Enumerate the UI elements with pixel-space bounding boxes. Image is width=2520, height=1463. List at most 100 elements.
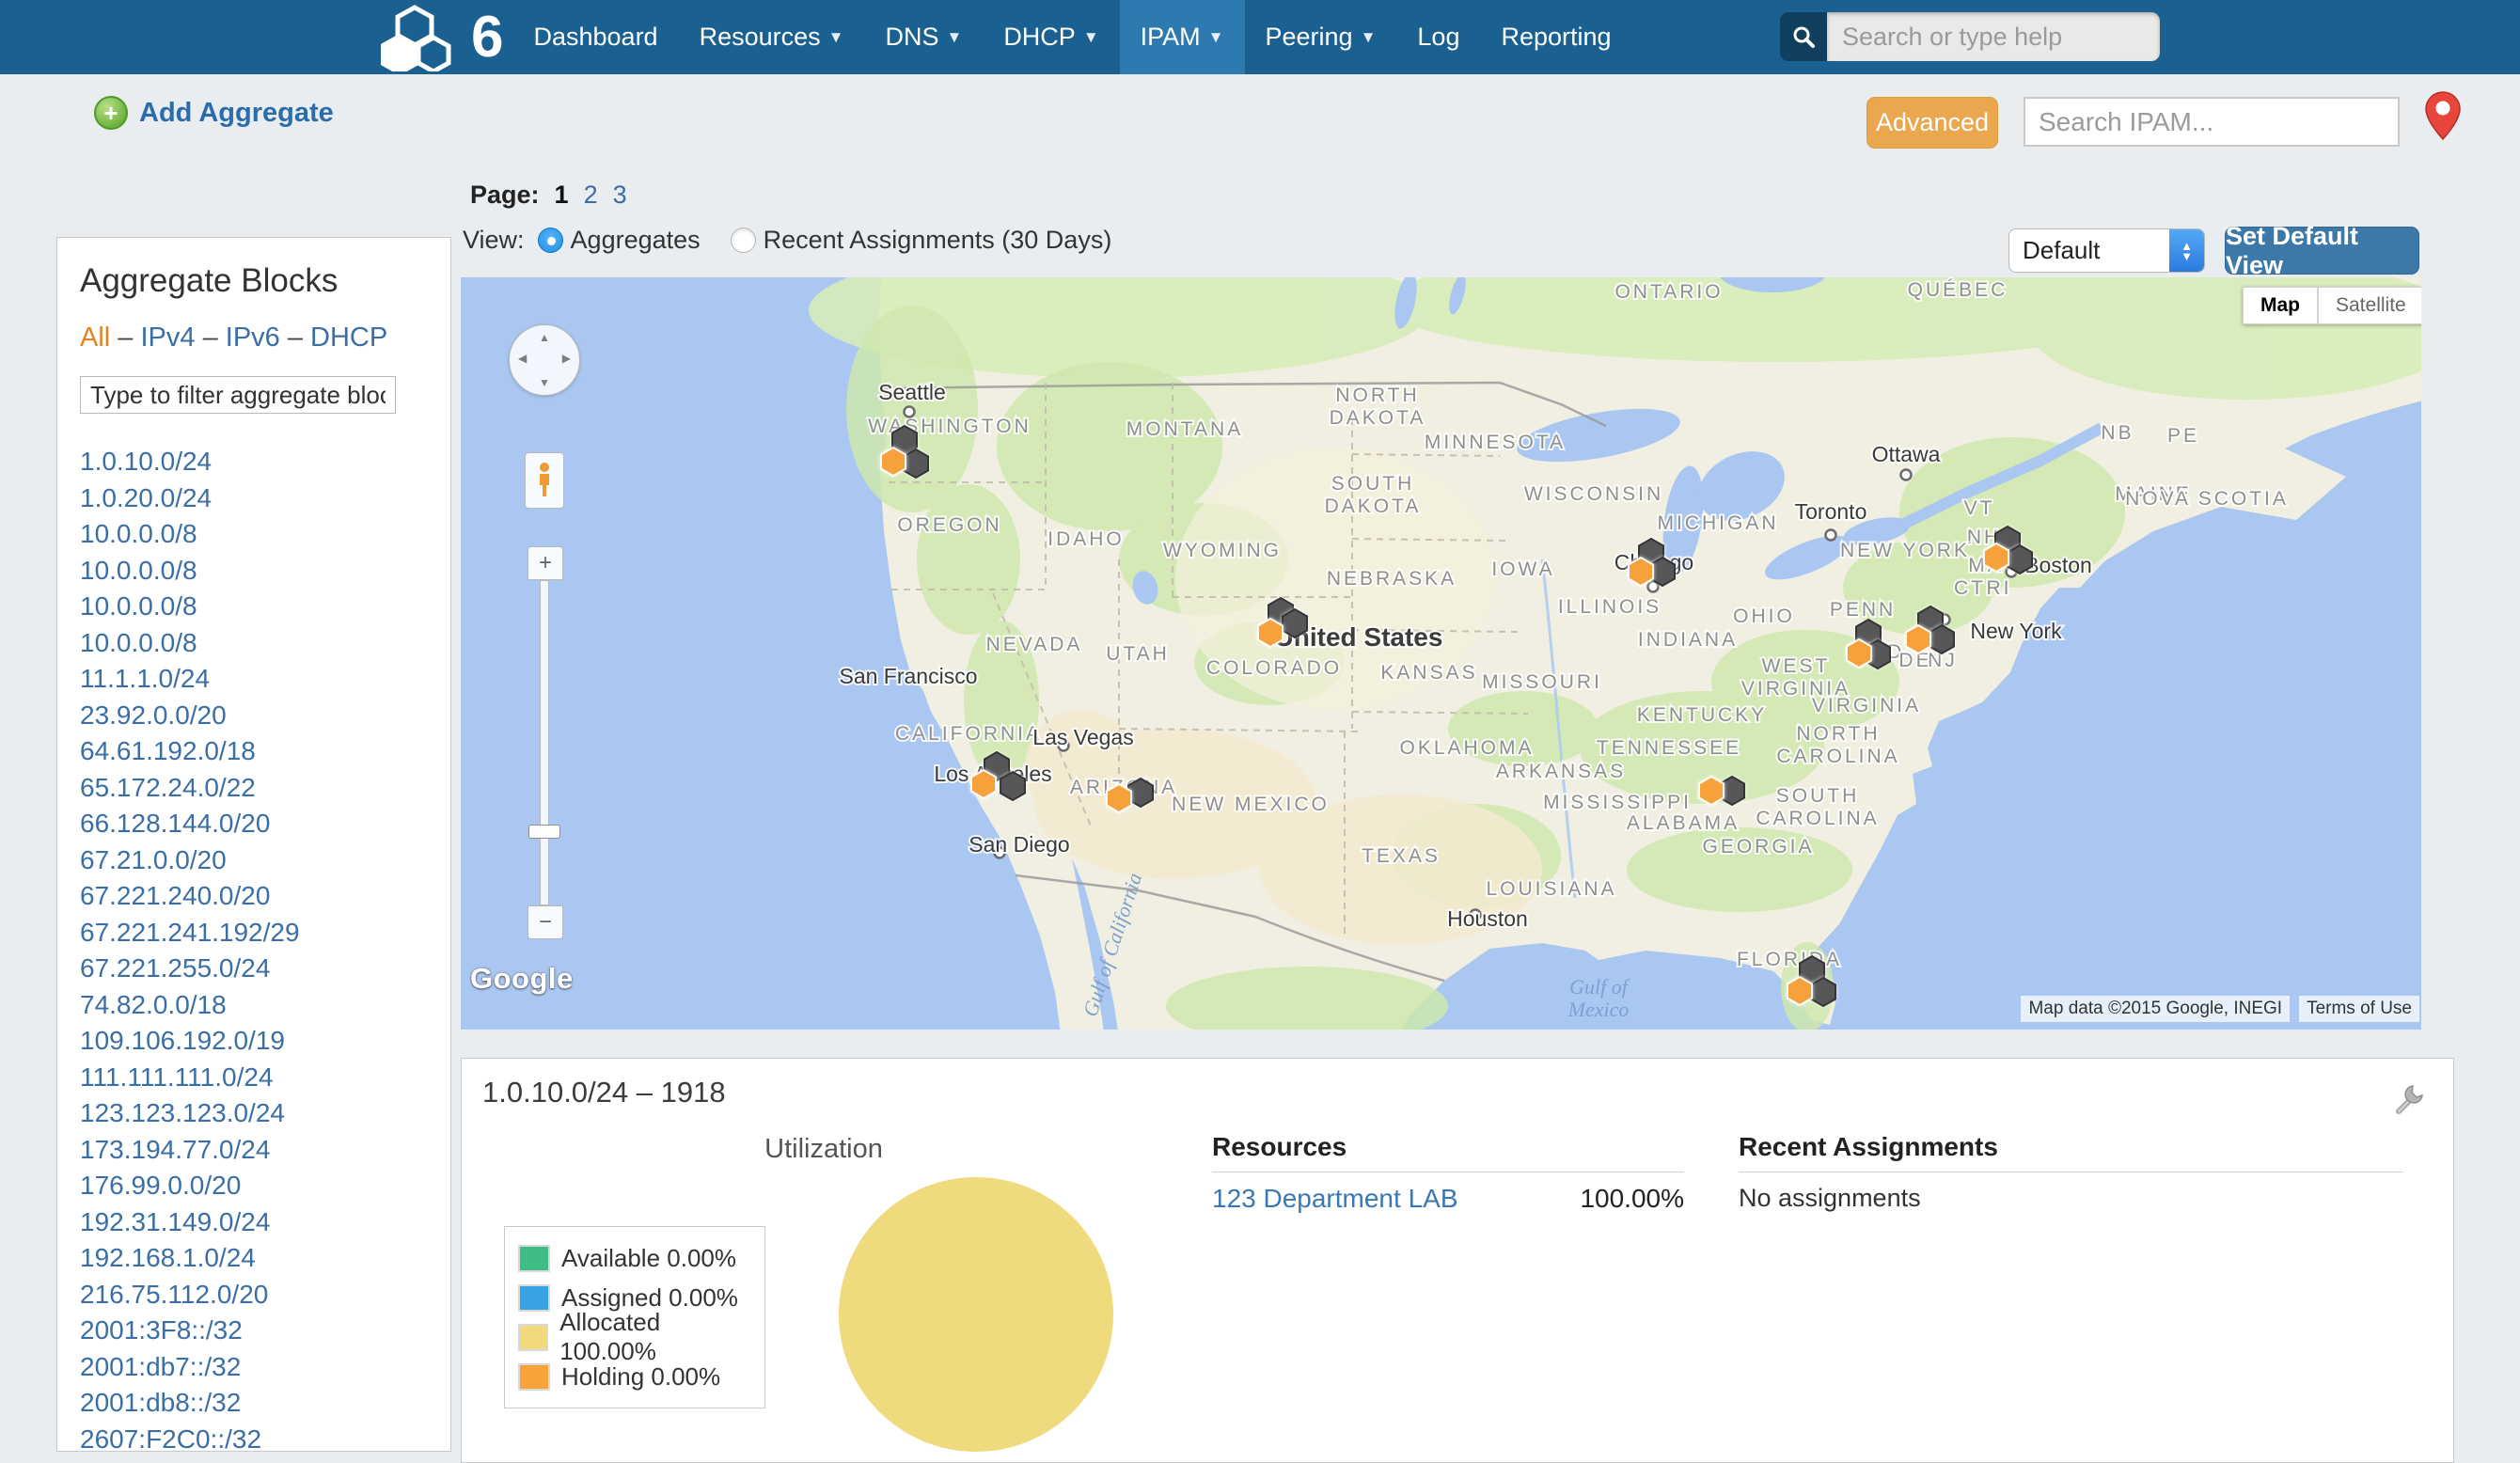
city-dot xyxy=(1901,470,1912,480)
map-marker-gray[interactable] xyxy=(904,449,928,478)
global-search-input[interactable] xyxy=(1827,12,2160,61)
map-type-satellite-button[interactable]: Satellite xyxy=(2318,287,2421,324)
map-marker-orange[interactable] xyxy=(1699,777,1724,805)
view-option-recent-assignments[interactable]: Recent Assignments (30 Days) xyxy=(731,226,1112,255)
radio-unselected-icon[interactable] xyxy=(731,228,756,253)
legend-item: Available 0.00% xyxy=(518,1238,751,1278)
nav-item-ipam[interactable]: IPAM▼ xyxy=(1120,0,1245,74)
aggregate-block-link[interactable]: 2607:F2C0::/32 xyxy=(80,1422,450,1458)
resources-heading: Resources xyxy=(1212,1132,1684,1162)
zoom-out-button[interactable]: − xyxy=(528,905,563,939)
map-marker-gray[interactable] xyxy=(1000,772,1025,800)
filter-ipv4[interactable]: IPv4 xyxy=(140,322,195,353)
filter-ipv6[interactable]: IPv6 xyxy=(226,322,280,353)
map-pan-control[interactable]: ▲ ▼ ◀ ▶ xyxy=(509,324,580,396)
aggregate-block-link[interactable]: 67.221.240.0/20 xyxy=(80,878,450,915)
aggregate-block-link[interactable]: 66.128.144.0/20 xyxy=(80,806,450,842)
pan-down-icon[interactable]: ▼ xyxy=(539,376,550,389)
pan-left-icon[interactable]: ◀ xyxy=(518,352,527,365)
nav-item-dns[interactable]: DNS▼ xyxy=(864,0,983,74)
zoom-slider-handle[interactable] xyxy=(528,825,560,839)
resource-link[interactable]: 123 Department LAB xyxy=(1212,1184,1458,1214)
aggregate-block-link[interactable]: 216.75.112.0/20 xyxy=(80,1277,450,1314)
view-option-aggregates[interactable]: Aggregates xyxy=(538,226,701,255)
aggregate-block-link[interactable]: 2001:db7::/32 xyxy=(80,1349,450,1386)
aggregate-block-link[interactable]: 10.0.0.0/8 xyxy=(80,553,450,590)
aggregate-block-link[interactable]: 173.194.77.0/24 xyxy=(80,1132,450,1169)
legend-label: Available 0.00% xyxy=(561,1244,736,1273)
street-view-pegman[interactable] xyxy=(525,452,564,509)
aggregate-block-link[interactable]: 74.82.0.0/18 xyxy=(80,987,450,1024)
map-marker-orange[interactable] xyxy=(1847,639,1871,668)
aggregate-block-link[interactable]: 10.0.0.0/8 xyxy=(80,589,450,625)
page-numbers: 123 xyxy=(555,181,627,210)
aggregate-block-link[interactable]: 176.99.0.0/20 xyxy=(80,1168,450,1204)
pan-right-icon[interactable]: ▶ xyxy=(562,352,571,365)
map-type-map-button[interactable]: Map xyxy=(2243,287,2318,324)
state-label: OREGON xyxy=(897,514,1001,536)
aggregate-filter-input[interactable] xyxy=(80,376,396,414)
advanced-button[interactable]: Advanced xyxy=(1866,97,1998,149)
wrench-settings-icon[interactable] xyxy=(2391,1079,2429,1122)
page-number-3[interactable]: 3 xyxy=(613,181,627,210)
app-logo[interactable]: 6 xyxy=(379,0,503,74)
filter-dhcp[interactable]: DHCP xyxy=(310,322,387,353)
map-marker-gray[interactable] xyxy=(2008,545,2032,574)
map-marker-orange[interactable] xyxy=(1788,977,1812,1005)
aggregate-block-link[interactable]: 1.0.10.0/24 xyxy=(80,444,450,480)
state-label: ILLINOIS xyxy=(1558,596,1662,618)
aggregate-block-link[interactable]: 109.106.192.0/19 xyxy=(80,1023,450,1060)
nav-item-resources[interactable]: Resources▼ xyxy=(679,0,865,74)
ipam-map[interactable]: WASHINGTONOREGONIDAHOMONTANANORTHDAKOTAS… xyxy=(461,277,2421,1030)
map-marker-gray[interactable] xyxy=(1811,978,1835,1006)
map-marker-orange[interactable] xyxy=(1984,543,2008,572)
add-aggregate-button[interactable]: + Add Aggregate xyxy=(94,96,334,130)
filter-all[interactable]: All xyxy=(80,322,110,353)
aggregate-block-link[interactable]: 192.31.149.0/24 xyxy=(80,1204,450,1241)
add-aggregate-label: Add Aggregate xyxy=(139,98,334,129)
page-number-1[interactable]: 1 xyxy=(555,181,569,210)
map-pin-icon[interactable] xyxy=(2422,90,2464,148)
view-preset-select[interactable]: Default ▲▼ xyxy=(2008,228,2205,273)
map-marker-orange[interactable] xyxy=(1258,619,1283,647)
aggregate-block-link[interactable]: 23.92.0.0/20 xyxy=(80,698,450,734)
zoom-in-button[interactable]: + xyxy=(528,546,563,580)
aggregate-block-link[interactable]: 64.61.192.0/18 xyxy=(80,733,450,770)
nav-item-peering[interactable]: Peering▼ xyxy=(1245,0,1397,74)
nav-item-dhcp[interactable]: DHCP▼ xyxy=(983,0,1119,74)
state-label: NOVA SCOTIA xyxy=(2125,488,2289,510)
aggregate-block-link[interactable]: 192.168.1.0/24 xyxy=(80,1240,450,1277)
sidebar-title: Aggregate Blocks xyxy=(80,262,450,300)
aggregate-block-link[interactable]: 67.221.241.192/29 xyxy=(80,915,450,952)
aggregate-block-link[interactable]: 111.111.111.0/24 xyxy=(80,1060,450,1096)
map-marker-orange[interactable] xyxy=(1906,625,1930,653)
aggregate-block-link[interactable]: 11.1.1.0/24 xyxy=(80,661,450,698)
aggregate-block-link[interactable]: 67.221.255.0/24 xyxy=(80,951,450,987)
nav-item-reporting[interactable]: Reporting xyxy=(1480,0,1631,74)
aggregate-block-link[interactable]: 2001:3F8::/32 xyxy=(80,1313,450,1349)
nav-item-dashboard[interactable]: Dashboard xyxy=(512,0,678,74)
state-label: QUÉBEC xyxy=(1908,279,2008,301)
aggregate-block-link[interactable]: 2001:db8::/32 xyxy=(80,1385,450,1422)
search-icon[interactable] xyxy=(1780,12,1827,61)
set-default-view-button[interactable]: Set Default View xyxy=(2225,227,2419,275)
pan-up-icon[interactable]: ▲ xyxy=(539,331,550,344)
map-marker-orange[interactable] xyxy=(881,448,906,476)
aggregate-block-link[interactable]: 123.123.123.0/24 xyxy=(80,1095,450,1132)
aggregate-block-link[interactable]: 1.0.20.0/24 xyxy=(80,480,450,517)
zoom-slider-track[interactable] xyxy=(540,580,549,905)
aggregate-block-link[interactable]: 67.21.0.0/20 xyxy=(80,842,450,879)
nav-item-log[interactable]: Log xyxy=(1396,0,1480,74)
aggregate-block-link[interactable]: 10.0.0.0/8 xyxy=(80,516,450,553)
terms-of-use-link[interactable]: Terms of Use xyxy=(2299,996,2419,1022)
page-number-2[interactable]: 2 xyxy=(584,181,598,210)
map-marker-orange[interactable] xyxy=(1629,558,1653,586)
map-marker-orange[interactable] xyxy=(971,770,996,798)
map-marker-gray[interactable] xyxy=(1929,625,1954,653)
radio-selected-icon[interactable] xyxy=(538,228,563,253)
map-marker-orange[interactable] xyxy=(1107,784,1131,812)
ipam-search-input[interactable] xyxy=(2024,97,2400,147)
aggregate-block-link[interactable]: 10.0.0.0/8 xyxy=(80,625,450,662)
aggregate-block-link[interactable]: 65.172.24.0/22 xyxy=(80,770,450,807)
map-marker-gray[interactable] xyxy=(1283,609,1307,637)
